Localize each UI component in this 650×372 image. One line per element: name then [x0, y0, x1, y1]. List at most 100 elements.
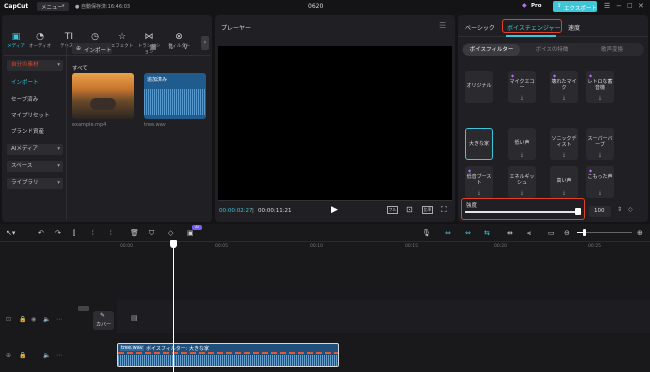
toolbar-effect[interactable]: ☆ エフェクト [110, 32, 134, 54]
marker-icon[interactable]: ⛉ [149, 229, 154, 238]
subtab-singing-conversion[interactable]: 歌声変換 [582, 44, 642, 56]
maximize-icon[interactable]: □ [627, 2, 633, 9]
audio-waveform [144, 89, 206, 115]
voice-filter-original[interactable]: オリジナル [465, 71, 493, 103]
sort-icon[interactable]: ⇅ [168, 43, 174, 51]
voice-filter-broken-mic[interactable]: ◆ 壊れたマイク ⤓ [550, 71, 578, 103]
sidebar-item-my-presets[interactable]: マイプリセット [7, 111, 63, 122]
link-main-track-icon[interactable]: ⇔ [445, 229, 451, 237]
track-more-icon[interactable]: ⋯ [56, 352, 62, 359]
video-preview[interactable] [218, 46, 452, 200]
split-left-icon[interactable]: ⦙ [92, 229, 94, 238]
fullres-button[interactable]: フル [387, 206, 398, 214]
aspect-ratio-button[interactable]: 比率 [422, 206, 433, 214]
voice-filter-super-verb[interactable]: スーパーバーブ ⤓ [586, 128, 614, 160]
track-lock-icon[interactable]: 🔒 [19, 316, 26, 323]
zoom-slider-handle[interactable] [583, 229, 586, 236]
audio-clip[interactable]: tree.wav ボイスフィルター: 大きな家 [117, 343, 339, 367]
close-icon[interactable]: ✕ [638, 2, 644, 10]
filter-funnel-icon[interactable]: ⊽ [183, 43, 188, 51]
playhead-handle[interactable] [170, 240, 177, 248]
fullscreen-icon[interactable]: ⛶ [441, 205, 447, 215]
import-button[interactable]: ⊕ インポート [72, 43, 112, 54]
select-cursor-icon[interactable]: ↖▾ [6, 229, 15, 237]
zoom-in-icon[interactable]: ⊕ [637, 229, 643, 237]
subtab-voice-filter[interactable]: ボイスフィルター [463, 43, 520, 56]
auto-edit-icon[interactable]: ▣ [187, 229, 194, 237]
grid-view-icon[interactable]: ▦ [150, 43, 157, 51]
subtab-voice-characteristics[interactable]: ボイスの特徴 [524, 44, 580, 56]
toolbar-media[interactable]: ▣ メディア [4, 32, 28, 54]
sidebar-item-import[interactable]: インポート [7, 78, 63, 89]
split-icon[interactable]: ⫿ [73, 229, 75, 238]
sticker-icon: ◷ [91, 32, 99, 42]
sidebar-item-library[interactable]: ライブラリ ▾ [7, 178, 63, 189]
play-icon[interactable]: ▶ [331, 205, 338, 215]
cover-button[interactable]: ✎ カバー [93, 311, 114, 330]
menu-button[interactable]: メニュー ▾ [37, 2, 69, 11]
preview-axis-icon[interactable]: ⇹ [507, 229, 513, 237]
minimize-icon[interactable]: − [616, 2, 622, 10]
voice-filter-energetic[interactable]: エネルギッシュ ⤓ [508, 166, 536, 198]
track-audio-icon[interactable]: 🔈 [43, 316, 50, 323]
toolbar-more-chevron-icon[interactable]: › [201, 36, 209, 50]
player-divider [218, 200, 452, 201]
zoom-out-icon[interactable]: ⊖ [564, 229, 570, 237]
voice-filter-mic-echo[interactable]: ◆ マイクエコー ⤓ [508, 71, 536, 103]
voice-filter-retro-gramophone[interactable]: ◆ レトロな蓄音機 ⤓ [586, 71, 614, 103]
sidebar-item-my-assets[interactable]: 自分の素材 ▾ [7, 60, 63, 71]
strength-slider-handle[interactable] [575, 208, 581, 215]
crop-icon[interactable]: ⊡ [406, 205, 413, 214]
microphone-icon[interactable]: 🎙 [422, 229, 431, 237]
magnet-snap-icon[interactable]: ⇔ [465, 229, 471, 237]
track-audio-icon[interactable]: 🔈 [43, 352, 50, 359]
subtab-voice-filter-label: ボイスフィルター [469, 46, 514, 53]
window-menu-icon[interactable]: ☰ [604, 2, 610, 10]
voice-filter-sonic-distort[interactable]: ソニックディスト ⤓ [550, 128, 578, 160]
player-menu-icon[interactable]: ☰ [439, 21, 446, 30]
track-visibility-icon[interactable]: ◉ [31, 316, 36, 323]
link-clips-icon[interactable]: ⇆ [484, 229, 490, 237]
main-track[interactable] [117, 300, 650, 333]
strength-value-field[interactable]: 100 [589, 206, 611, 217]
track-lock-icon[interactable]: 🔒 [19, 352, 26, 359]
voice-filter-bass-boost[interactable]: ◆ 低音ブースト ⤓ [465, 166, 493, 198]
voice-filter-label: 壊れたマイク [551, 79, 577, 91]
stepper-icon[interactable]: ⇕ [617, 206, 622, 213]
voice-filter-high-voice[interactable]: 高い声 ⤓ [550, 166, 578, 198]
keyframe-icon[interactable]: ◇ [628, 206, 633, 213]
ai-badge: AI [192, 225, 202, 230]
chevron-down-icon: ▾ [57, 163, 60, 169]
voice-filter-muffled-voice[interactable]: ◆ こもった声 ⤓ [586, 166, 614, 198]
toolbar-audio[interactable]: ◔ オーディオ [28, 32, 52, 54]
track-more-icon[interactable]: ⋯ [56, 316, 62, 323]
sidebar-item-space[interactable]: スペース ▾ [7, 161, 63, 172]
strength-slider-track[interactable] [465, 211, 579, 213]
tab-basic[interactable]: ベーシック [465, 23, 495, 32]
time-current: 00:00:02:27 [219, 208, 253, 214]
export-button[interactable]: ⇪ エクスポート [553, 1, 597, 12]
toolbar-transition[interactable]: ⋈ トランジション [137, 32, 161, 55]
delete-icon[interactable]: 🗑 [130, 229, 139, 237]
pro-gem-icon: ◆ [589, 73, 593, 78]
playhead-line[interactable] [173, 240, 174, 372]
redo-icon[interactable]: ↷ [55, 229, 61, 237]
split-right-icon[interactable]: ⦙ [110, 229, 112, 238]
sidebar-item-saved[interactable]: セーブ済み [7, 95, 63, 106]
track-add-icon[interactable]: ⊕ [6, 352, 11, 359]
voice-filter-big-house[interactable]: 大きな家 [465, 128, 493, 160]
pro-label[interactable]: Pro [531, 3, 542, 9]
undo-icon[interactable]: ↶ [38, 229, 44, 237]
cover-label: カバー [96, 322, 112, 328]
sidebar-item-ai-media[interactable]: AIメディア ▾ [7, 144, 63, 155]
tab-voice-changer[interactable]: ボイスチェンジャー [502, 19, 562, 33]
shield-icon[interactable]: ◇ [168, 229, 173, 237]
voice-filter-low-voice[interactable]: 低い声 ⤓ [508, 128, 536, 160]
track-preview-icon[interactable]: ⊡ [6, 316, 11, 323]
tab-speed[interactable]: 速度 [568, 23, 580, 32]
sidebar-item-brand-assets[interactable]: ブランド資産 [7, 127, 63, 138]
media-thumbnail-video[interactable] [72, 73, 134, 119]
media-thumbnail-audio[interactable]: 追加済み [144, 73, 206, 119]
caption-icon[interactable]: ▭ [548, 229, 555, 237]
split-screen-icon[interactable]: ⫷ [527, 229, 531, 238]
